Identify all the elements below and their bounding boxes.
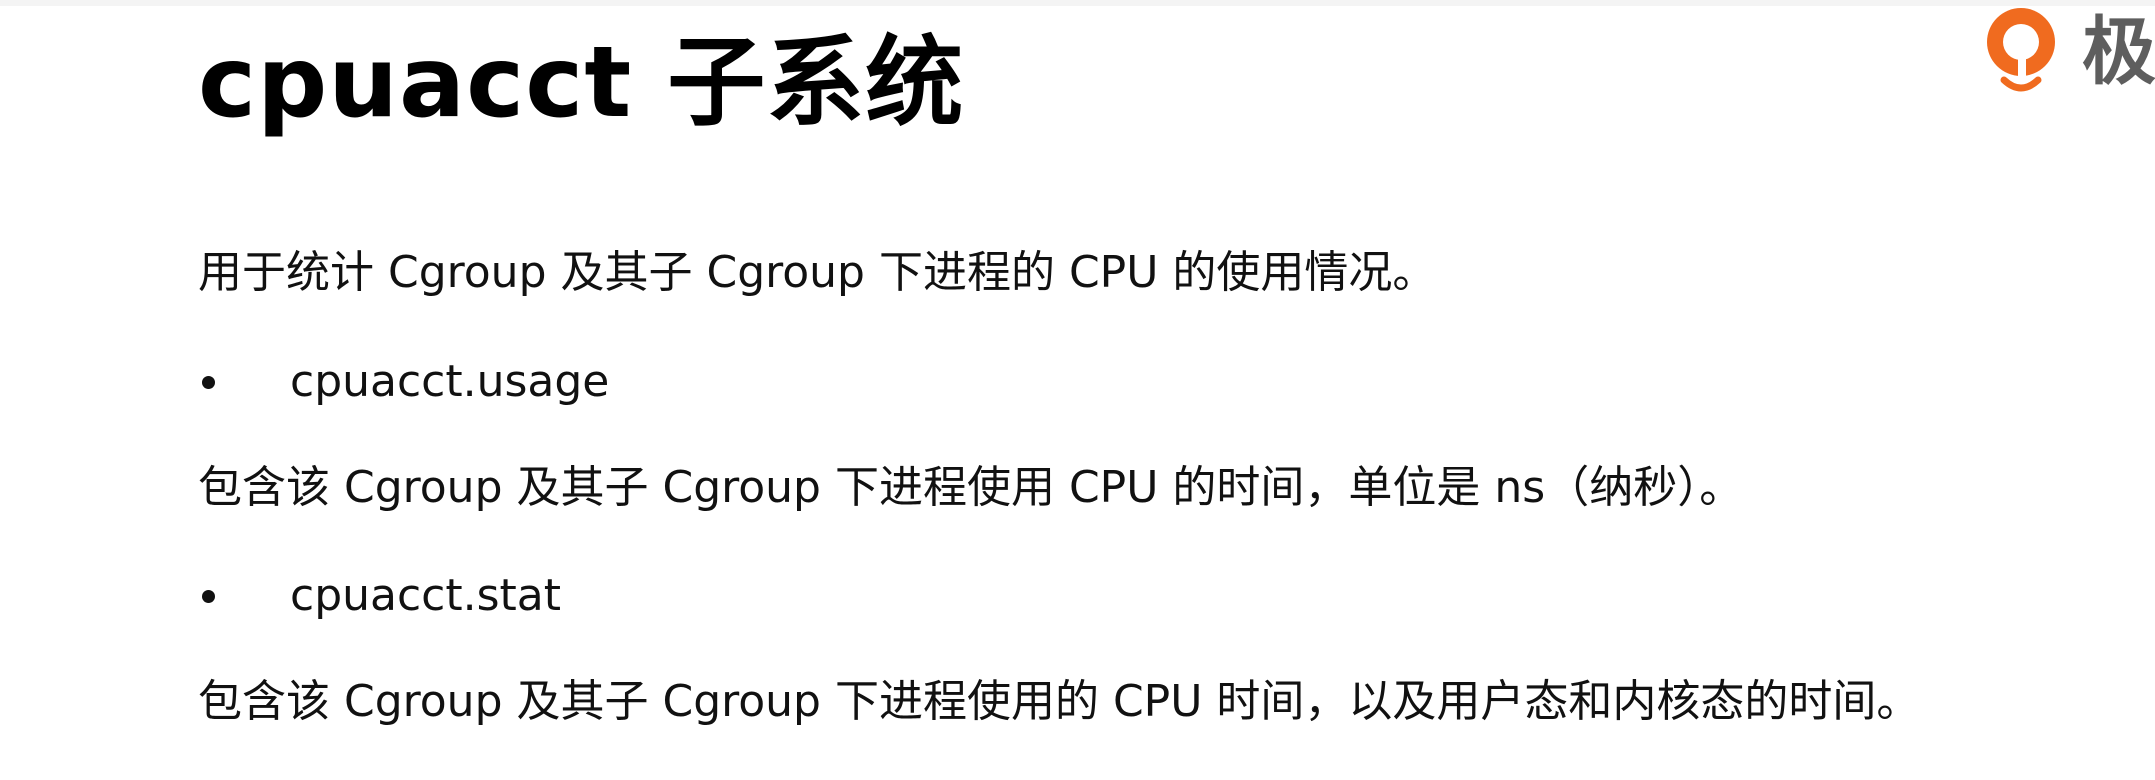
slide-title: cpuacct 子系统 xyxy=(198,26,965,140)
geekbang-logo-icon xyxy=(1987,8,2055,92)
usage-description: 包含该 Cgroup 及其子 Cgroup 下进程使用 CPU 的时间，单位是 … xyxy=(198,462,1744,513)
stat-description: 包含该 Cgroup 及其子 Cgroup 下进程使用的 CPU 时间，以及用户… xyxy=(198,676,1921,727)
brand-watermark: 极 xyxy=(1978,0,2155,100)
top-strip xyxy=(0,0,2155,6)
bullet-label: cpuacct.stat xyxy=(290,570,561,621)
bullet-dot-icon xyxy=(202,590,215,603)
bullet-label: cpuacct.usage xyxy=(290,356,610,407)
bullet-dot-icon xyxy=(202,376,215,389)
intro-paragraph: 用于统计 Cgroup 及其子 Cgroup 下进程的 CPU 的使用情况。 xyxy=(198,247,1437,298)
brand-text: 极 xyxy=(2082,9,2155,95)
